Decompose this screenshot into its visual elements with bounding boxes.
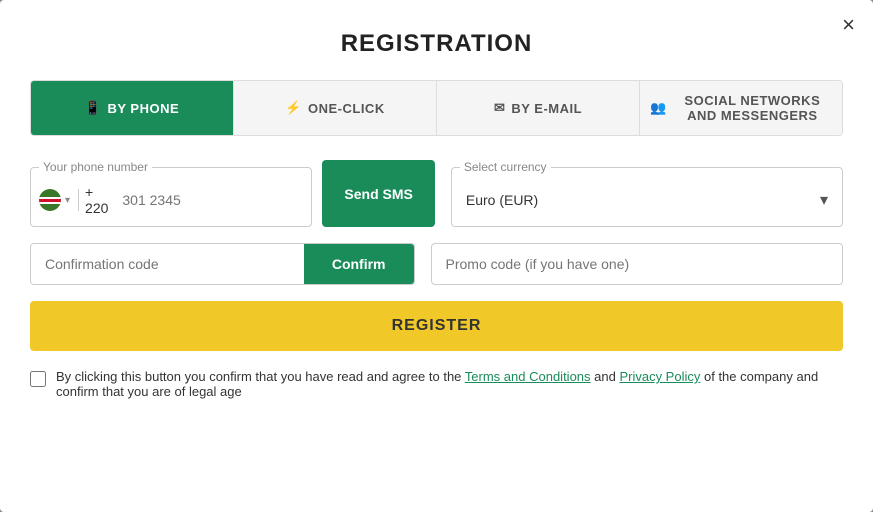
confirmation-code-input[interactable]: [31, 244, 304, 284]
register-button[interactable]: REGISTER: [30, 301, 843, 351]
send-sms-button[interactable]: Send SMS: [322, 160, 434, 227]
terms-row: By clicking this button you confirm that…: [30, 369, 843, 399]
phone-label: Your phone number: [39, 160, 152, 174]
currency-select[interactable]: Euro (EUR) USD GBP RUB: [452, 180, 820, 220]
phone-number-input[interactable]: [114, 182, 311, 218]
registration-modal: × REGISTRATION 📱 BY PHONE ⚡ ONE-CLICK ✉ …: [0, 0, 873, 512]
terms-link[interactable]: Terms and Conditions: [465, 369, 591, 384]
country-code: + 220: [79, 174, 114, 226]
promo-code-input[interactable]: [431, 243, 844, 285]
tab-by-email[interactable]: ✉ BY E-MAIL: [437, 81, 640, 135]
flag-icon: [39, 189, 61, 211]
tab-social[interactable]: 👥 SOCIAL NETWORKS AND MESSENGERS: [640, 81, 842, 135]
currency-fieldset: Select currency Euro (EUR) USD GBP RUB ▾: [451, 160, 843, 227]
phone-fieldset: Your phone number ▾ + 220: [30, 160, 312, 227]
terms-text: By clicking this button you confirm that…: [56, 369, 843, 399]
tab-one-click[interactable]: ⚡ ONE-CLICK: [234, 81, 437, 135]
terms-text-before: By clicking this button you confirm that…: [56, 369, 465, 384]
country-flag-select[interactable]: ▾: [31, 189, 79, 211]
email-tab-icon: ✉: [494, 100, 505, 116]
email-tab-label: BY E-MAIL: [511, 101, 582, 116]
terms-checkbox[interactable]: [30, 371, 46, 387]
social-tab-label: SOCIAL NETWORKS AND MESSENGERS: [673, 93, 832, 123]
confirmation-group: Confirm: [30, 243, 415, 285]
phone-currency-row: Your phone number ▾ + 220 Send SMS Selec…: [30, 160, 843, 227]
close-button[interactable]: ×: [842, 14, 855, 36]
tab-by-phone[interactable]: 📱 BY PHONE: [31, 81, 234, 135]
one-click-tab-icon: ⚡: [285, 100, 302, 116]
modal-title: REGISTRATION: [30, 30, 843, 58]
flag-chevron-icon: ▾: [65, 195, 70, 206]
privacy-link[interactable]: Privacy Policy: [619, 369, 700, 384]
currency-label: Select currency: [460, 160, 551, 174]
terms-and: and: [591, 369, 620, 384]
phone-tab-icon: 📱: [85, 100, 102, 116]
confirm-button[interactable]: Confirm: [304, 244, 414, 284]
phone-tab-label: BY PHONE: [108, 101, 180, 116]
currency-chevron-icon: ▾: [820, 190, 842, 210]
social-tab-icon: 👥: [650, 100, 667, 116]
registration-tabs: 📱 BY PHONE ⚡ ONE-CLICK ✉ BY E-MAIL 👥 SOC…: [30, 80, 843, 136]
one-click-tab-label: ONE-CLICK: [308, 101, 385, 116]
confirmation-promo-row: Confirm: [30, 243, 843, 285]
